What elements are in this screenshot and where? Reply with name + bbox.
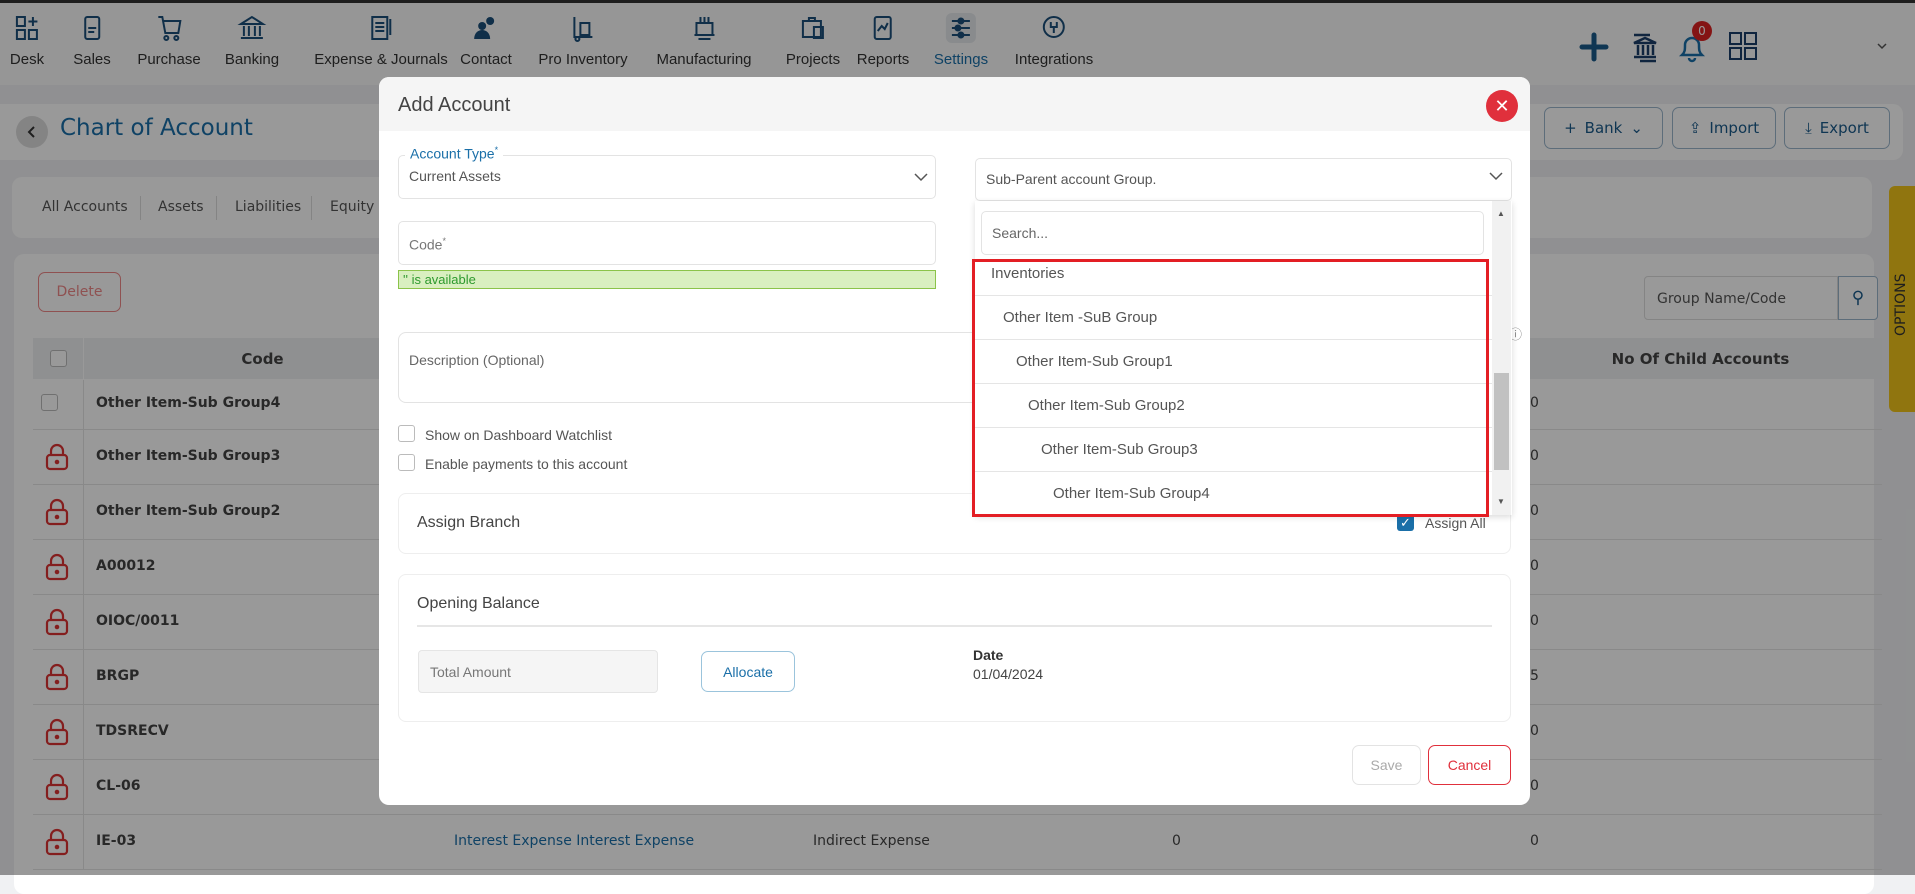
save-button[interactable]: Save — [1352, 745, 1421, 785]
allocate-button[interactable]: Allocate — [701, 651, 795, 692]
divider — [417, 625, 1492, 627]
dropdown-search-input[interactable]: Search... — [981, 211, 1484, 255]
dropdown-scrollbar[interactable]: ▲ ▼ — [1492, 201, 1511, 515]
total-amount-input[interactable]: Total Amount — [418, 650, 658, 693]
description-placeholder: Description (Optional) — [409, 352, 545, 368]
chevron-down-icon — [914, 173, 928, 182]
show-dashboard-label: Show on Dashboard Watchlist — [425, 427, 613, 443]
modal-title: Add Account — [398, 94, 511, 116]
chevron-down-icon — [1489, 172, 1503, 181]
enable-payments-label: Enable payments to this account — [425, 456, 628, 472]
close-button[interactable]: ✕ — [1486, 90, 1518, 122]
account-type-label: Account Type* — [405, 145, 504, 162]
opening-balance-title: Opening Balance — [417, 595, 540, 612]
modal-header — [379, 77, 1530, 131]
enable-payments-checkbox[interactable] — [398, 454, 415, 471]
close-icon: ✕ — [1494, 96, 1510, 116]
scroll-up-arrow-icon[interactable]: ▲ — [1497, 209, 1505, 218]
code-availability-message: '' is available — [398, 270, 936, 289]
highlight-box — [972, 259, 1489, 517]
code-placeholder: Code* — [409, 236, 446, 253]
show-dashboard-checkbox[interactable] — [398, 425, 415, 442]
code-input[interactable] — [398, 221, 936, 265]
account-type-value: Current Assets — [409, 168, 501, 184]
date-label: Date — [973, 647, 1004, 663]
assign-all-label: Assign All — [1425, 515, 1486, 531]
assign-branch-title: Assign Branch — [417, 514, 521, 531]
add-account-modal: Add Account ✕ Account Type* Current Asse… — [379, 77, 1530, 805]
cancel-button[interactable]: Cancel — [1428, 745, 1511, 785]
opening-balance-section — [398, 574, 1511, 722]
scrollbar-thumb[interactable] — [1494, 373, 1509, 470]
scroll-down-arrow-icon[interactable]: ▼ — [1497, 497, 1505, 506]
sub-parent-placeholder: Sub-Parent account Group. — [986, 171, 1157, 187]
date-value[interactable]: 01/04/2024 — [973, 666, 1043, 682]
